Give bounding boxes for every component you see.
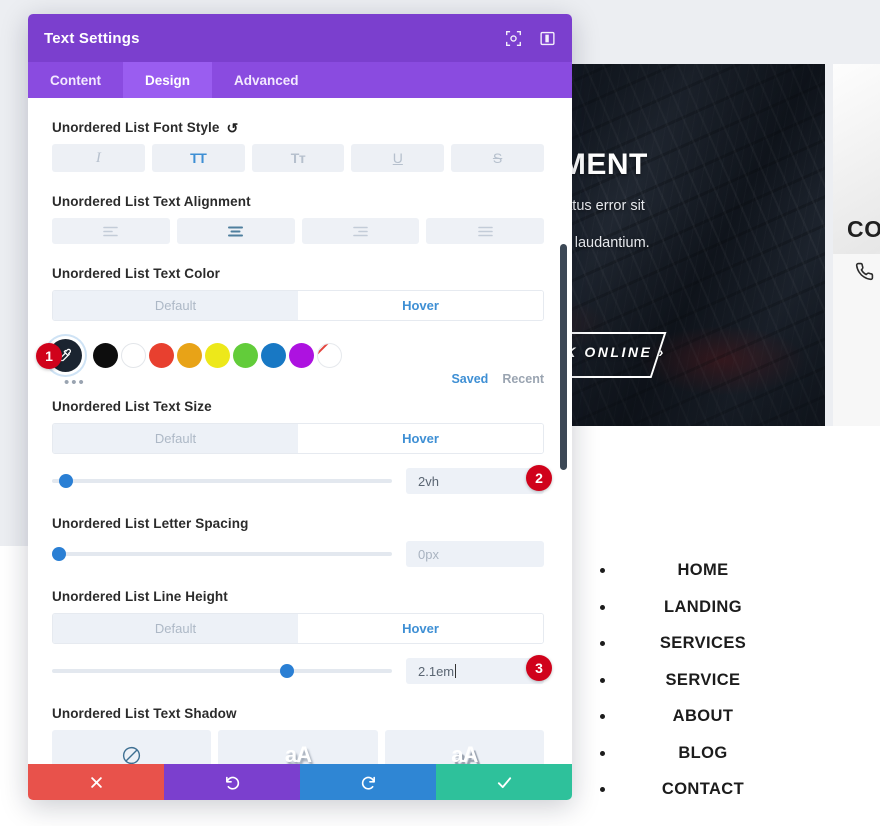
letter-spacing-slider-knob[interactable] xyxy=(51,547,66,561)
text-size-input[interactable]: 2vh xyxy=(406,468,544,494)
font-style-options: I TT Tᴛ U S xyxy=(52,144,544,172)
step-badge-3: 3 xyxy=(526,655,552,681)
align-justify-button[interactable] xyxy=(426,218,544,244)
swatch-none[interactable] xyxy=(317,343,342,368)
line-height-default-tab[interactable]: Default xyxy=(53,614,298,643)
list-item[interactable]: HOME xyxy=(616,562,790,579)
redo-icon xyxy=(361,776,375,790)
more-colors-button[interactable]: ••• xyxy=(64,375,86,390)
list-item[interactable]: BLOG xyxy=(616,744,790,762)
letter-spacing-label: Unordered List Letter Spacing xyxy=(52,516,249,531)
undo-button[interactable] xyxy=(164,764,300,800)
text-color-default-tab[interactable]: Default xyxy=(53,291,298,320)
line-height-input[interactable]: 2.1em xyxy=(406,658,544,684)
modal-tabs: Content Design Advanced xyxy=(28,62,572,98)
strikethrough-button[interactable]: S xyxy=(451,144,544,172)
step-badge-1: 1 xyxy=(36,343,62,369)
small-caps-button[interactable]: Tᴛ xyxy=(251,144,345,172)
modal-scrollbar-thumb[interactable] xyxy=(560,244,567,470)
step-badge-2: 2 xyxy=(526,465,552,491)
swatch-orange[interactable] xyxy=(177,343,202,368)
close-icon xyxy=(90,776,102,788)
palette-tabs: Saved Recent xyxy=(451,372,544,386)
italic-button[interactable]: I xyxy=(52,144,145,172)
save-button[interactable] xyxy=(436,764,572,800)
screen: APPOINTMENT atis unde omnis iste natus e… xyxy=(0,0,880,826)
close-button[interactable] xyxy=(28,764,164,800)
contact-card-title: CO xyxy=(847,216,880,242)
line-height-hover-tab[interactable]: Hover xyxy=(298,614,543,643)
text-settings-modal: Text Settings Content Design Advanced Un… xyxy=(28,14,572,800)
text-size-slider-row: 2vh 2 xyxy=(52,465,552,494)
swatch-yellow[interactable] xyxy=(205,343,230,368)
saved-palette-tab[interactable]: Saved xyxy=(451,372,488,386)
color-swatch-area: 1 ••• Saved Recent xyxy=(36,339,544,390)
list-item[interactable]: SERVICE xyxy=(616,671,790,689)
text-size-default-tab[interactable]: Default xyxy=(53,424,298,453)
align-center-button[interactable] xyxy=(176,218,295,244)
modal-header-actions xyxy=(505,30,556,47)
swatch-red[interactable] xyxy=(149,343,174,368)
redo-button[interactable] xyxy=(300,764,436,800)
list-item[interactable]: SERVICES xyxy=(616,635,790,652)
letter-spacing-slider-row: 0px xyxy=(51,541,544,567)
align-right-button[interactable] xyxy=(301,218,420,244)
line-height-slider-row: 2.1em 3 xyxy=(52,655,552,684)
focus-icon[interactable] xyxy=(505,30,522,47)
text-size-hover-tab[interactable]: Hover xyxy=(298,424,543,453)
text-color-label: Unordered List Text Color xyxy=(52,266,221,281)
undo-icon xyxy=(225,776,239,790)
swatch-purple[interactable] xyxy=(289,343,314,368)
text-size-state-toggle: Default Hover xyxy=(52,423,544,454)
recent-palette-tab[interactable]: Recent xyxy=(502,372,544,386)
line-height-label: Unordered List Line Height xyxy=(52,589,228,604)
swatch-green[interactable] xyxy=(233,343,258,368)
tab-design[interactable]: Design xyxy=(123,62,213,98)
letter-spacing-input[interactable]: 0px xyxy=(406,541,544,567)
unordered-nav-list: HOME LANDING SERVICES SERVICE ABOUT BLOG… xyxy=(590,562,790,818)
text-size-label: Unordered List Text Size xyxy=(52,399,212,414)
list-item[interactable]: LANDING xyxy=(616,598,790,616)
swatch-black[interactable] xyxy=(93,343,118,368)
list-item[interactable]: CONTACT xyxy=(616,781,790,798)
line-height-value: 2.1em xyxy=(418,663,455,679)
text-caret xyxy=(455,664,457,678)
swatch-blue[interactable] xyxy=(261,343,286,368)
line-height-slider-knob[interactable] xyxy=(279,664,294,678)
tab-content[interactable]: Content xyxy=(28,62,123,98)
align-left-button[interactable] xyxy=(52,218,170,244)
text-color-state-toggle: Default Hover xyxy=(52,290,544,321)
contact-card: CO xyxy=(833,64,880,426)
phone-icon xyxy=(855,262,874,287)
color-swatches xyxy=(49,339,342,372)
text-alignment-options xyxy=(52,218,544,244)
check-icon xyxy=(497,776,511,788)
split-view-icon[interactable] xyxy=(539,30,556,47)
font-style-label: Unordered List Font Style ↺ xyxy=(52,119,239,136)
modal-footer xyxy=(28,764,572,800)
swatch-white[interactable] xyxy=(121,343,146,368)
list-item[interactable]: ABOUT xyxy=(616,708,790,725)
line-height-slider-track[interactable] xyxy=(52,664,392,678)
text-color-hover-tab[interactable]: Hover xyxy=(298,291,543,320)
text-size-slider-track[interactable] xyxy=(52,474,392,488)
letter-spacing-slider-track[interactable] xyxy=(51,547,392,561)
modal-body: Unordered List Font Style ↺ I TT Tᴛ U S … xyxy=(28,98,572,780)
reset-icon[interactable]: ↺ xyxy=(227,121,239,135)
modal-title: Text Settings xyxy=(44,29,140,47)
text-alignment-label: Unordered List Text Alignment xyxy=(52,194,251,209)
modal-header: Text Settings xyxy=(28,14,572,62)
underline-button[interactable]: U xyxy=(351,144,445,172)
tab-advanced[interactable]: Advanced xyxy=(212,62,321,98)
text-shadow-label: Unordered List Text Shadow xyxy=(52,706,237,721)
uppercase-button[interactable]: TT xyxy=(151,144,245,172)
text-size-slider-knob[interactable] xyxy=(58,474,73,488)
line-height-state-toggle: Default Hover xyxy=(52,613,544,644)
